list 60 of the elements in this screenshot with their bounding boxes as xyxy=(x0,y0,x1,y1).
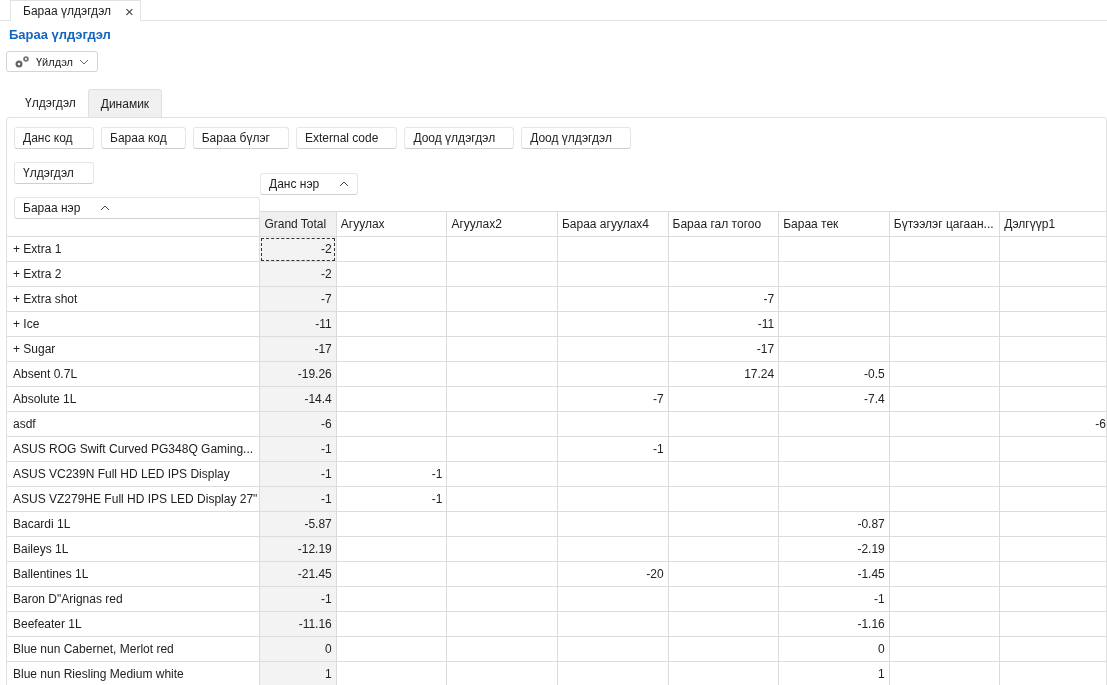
chevron-down-icon xyxy=(79,58,89,65)
action-dropdown[interactable]: Үйлдэл xyxy=(6,51,98,72)
field-button[interactable]: Үлдэгдэл xyxy=(14,162,94,184)
row-header: + Extra shot xyxy=(7,286,260,312)
row-header: Beefeater 1L xyxy=(7,611,260,637)
row-header: Blue nun Cabernet, Merlot red xyxy=(7,636,260,662)
column-header: Бараа гал тогоо xyxy=(668,211,779,237)
table-cell: -1 xyxy=(336,486,447,512)
column-header: Агуулах2 xyxy=(446,211,558,237)
table-cell: -2.19 xyxy=(778,536,890,562)
row-header: Bacardi 1L xyxy=(7,511,260,537)
table-cell: -20 xyxy=(557,561,669,587)
table-cell: -7.4 xyxy=(778,386,890,412)
row-header: ASUS VC239N Full HD LED IPS Display xyxy=(7,461,260,487)
tab-label: Бараа үлдэгдэл xyxy=(23,4,111,18)
row-header: Ballentines 1L xyxy=(7,561,260,587)
column-header: Бараа агуулах4 xyxy=(557,211,669,237)
row-header: + Extra 1 xyxy=(7,236,260,262)
table-cell: -1 xyxy=(336,461,447,487)
table-cell: -1 xyxy=(557,436,669,462)
row-header: Baron D"Arignas red xyxy=(7,586,260,612)
column-header: Агуулах xyxy=(336,211,447,237)
table-cell: 0 xyxy=(778,636,890,662)
field-button[interactable]: Доод үлдэгдэл xyxy=(404,127,515,149)
column-header: Дэлгүүр1 xyxy=(999,211,1106,237)
row-header: + Sugar xyxy=(7,336,260,362)
row-header: ASUS ROG Swift Curved PG348Q Gaming... xyxy=(7,436,260,462)
row-header: + Ice xyxy=(7,311,260,337)
field-button[interactable]: External code xyxy=(296,127,398,149)
page-title: Бараа үлдэгдэл xyxy=(9,27,112,44)
column-header: Бараа тек xyxy=(778,211,890,237)
column-header: Бүтээлэг цагаан... xyxy=(889,211,1000,237)
document-tab[interactable]: Бараа үлдэгдэл × xyxy=(10,0,141,21)
field-button[interactable]: Бараа нэр xyxy=(14,197,260,219)
tab[interactable]: Үлдэгдэл xyxy=(13,89,88,117)
row-header: + Extra 2 xyxy=(7,261,260,287)
row-header: Baileys 1L xyxy=(7,536,260,562)
close-button[interactable]: × xyxy=(125,3,134,19)
table-cell: -7 xyxy=(557,386,669,412)
table-cell: -17 xyxy=(668,336,779,362)
column-header: Grand Total xyxy=(259,211,337,237)
table-cell: -1.45 xyxy=(778,561,890,587)
table-cell: -1 xyxy=(778,586,890,612)
table-cell: -0.87 xyxy=(778,511,890,537)
table-cell: -1.16 xyxy=(778,611,890,637)
tab[interactable]: Динамик xyxy=(87,89,163,117)
field-button[interactable]: Данс нэр xyxy=(260,173,359,195)
row-header: asdf xyxy=(7,411,260,437)
table-cell: -0.5 xyxy=(778,361,890,387)
gears-icon xyxy=(14,54,30,69)
table-cell: -7 xyxy=(668,286,779,312)
field-button[interactable]: Бараа бүлэг xyxy=(192,127,289,149)
row-header: Absent 0.7L xyxy=(7,361,260,387)
table-cell: -11 xyxy=(668,311,779,337)
field-button[interactable]: Доод үлдэгдэл xyxy=(521,127,631,149)
row-header: ASUS VZ279HE Full HD IPS LED Display 27" xyxy=(7,486,260,512)
row-header: Absolute 1L xyxy=(7,386,260,412)
field-button[interactable]: Данс код xyxy=(14,127,94,149)
table-cell: 17.24 xyxy=(668,361,779,387)
field-button[interactable]: Бараа код xyxy=(101,127,186,149)
